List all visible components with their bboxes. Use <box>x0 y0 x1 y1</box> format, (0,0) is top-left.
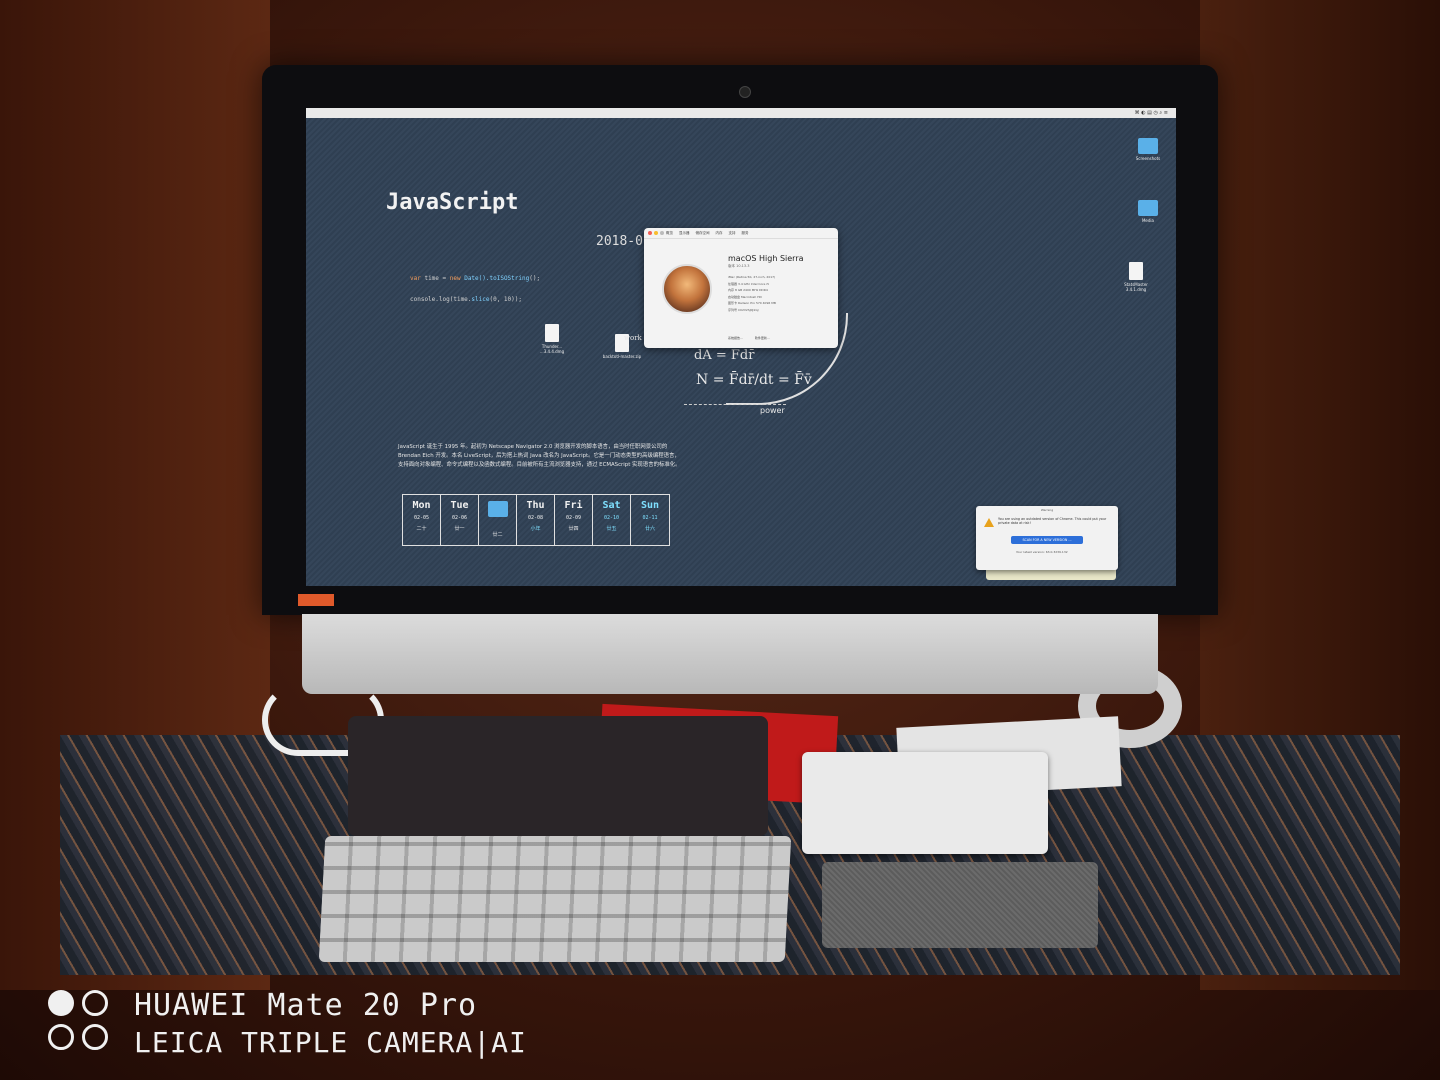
tablet-tray <box>348 716 768 836</box>
calendar-weekday: Sat <box>602 500 621 511</box>
tab-service[interactable]: 服务 <box>742 231 749 236</box>
close-icon[interactable] <box>648 231 652 235</box>
calendar-day: 廿二 <box>479 495 517 545</box>
date-fragment: 2018-0 <box>596 234 643 249</box>
desktop-icon-label: Thunder... ...3.4.4.dmg <box>539 344 565 354</box>
formula-dA: dA = F̄dr̄ <box>694 348 755 363</box>
imac-chin <box>302 614 1158 694</box>
felt-sleeve <box>822 862 1098 948</box>
dialog-title: Warning <box>1040 508 1054 512</box>
formula-N: N = F̄dr̄/dt = F̄v̄ <box>696 372 812 388</box>
desktop-icon-label: Screenshots <box>1135 156 1161 161</box>
os-name: macOS High Sierra <box>728 254 804 263</box>
detail-line: 内存 8 GB 2400 MHz DDR4 <box>728 288 768 293</box>
calendar-date: 02-11 <box>642 515 658 521</box>
software-update-button[interactable]: 软件更新... <box>755 336 770 340</box>
calendar-date: 02-10 <box>603 515 620 521</box>
watermark-model: HUAWEI Mate 20 Pro <box>134 988 478 1023</box>
calendar-day: Sat 02-10 廿五 <box>593 495 631 545</box>
imac-screen: ⌘ ◐ ▤ ◷ ⌕ ≡ JavaScript 2018-0 var time =… <box>306 108 1176 586</box>
tab-overview[interactable]: 概览 <box>666 231 673 236</box>
dmg-file-icon <box>545 324 559 342</box>
tab-storage[interactable]: 储存空间 <box>696 231 710 236</box>
about-this-mac-window[interactable]: 概览 显示器 储存空间 内存 支持 服务 macOS High Sierra 版… <box>644 228 838 348</box>
calendar-weekday: Fri <box>564 500 583 511</box>
calendar-weekday: Tue <box>450 500 469 511</box>
formula-side-word: work <box>624 334 642 342</box>
calendar-date: 02-08 <box>527 515 544 521</box>
desktop-folder-icon[interactable]: Screenshots <box>1128 138 1168 161</box>
macos-logo-icon <box>662 264 712 314</box>
folder-icon <box>1138 138 1158 154</box>
desktop-file-icon[interactable]: StatsMaster 3.4.1.dmg <box>1116 262 1156 292</box>
calendar-day: Tue 02-06 廿一 <box>441 495 479 545</box>
calendar-date: 02-09 <box>565 515 582 521</box>
system-report-button[interactable]: 系统报告... <box>728 336 743 340</box>
camera-icon <box>739 86 751 98</box>
calendar-day: Thu 02-08 小年 <box>517 495 555 545</box>
dialog-footer: Your latest version: 63.0.3239.132 <box>1016 550 1068 554</box>
formula-baseline <box>684 404 786 405</box>
calendar-lunar: 廿二 <box>492 532 503 538</box>
intro-paragraph: JavaScript 诞生于 1995 年。起初为 Netscape Navig… <box>398 444 681 468</box>
calendar-day: Sun 02-11 廿六 <box>631 495 669 545</box>
magic-trackpad <box>802 752 1048 854</box>
watermark-camera: LEICA TRIPLE CAMERA|AI <box>134 1026 527 1059</box>
calendar-day: Mon 02-05 二十 <box>403 495 441 545</box>
formula-caption: power <box>760 406 785 415</box>
calendar-weekday: Sun <box>640 500 660 511</box>
code-line-2: console.log(time.slice(0, 10)); <box>410 296 522 303</box>
calendar-lunar: 廿四 <box>568 526 579 532</box>
code-block: var time = new Date().toISOString(); con… <box>410 268 540 310</box>
week-calendar: Mon 02-05 二十 Tue 02-06 廿一 廿二 Thu 02-08 小… <box>402 494 670 546</box>
dmg-file-icon <box>1129 262 1143 280</box>
orange-sticker <box>298 594 334 606</box>
page-title: JavaScript <box>386 190 519 215</box>
folder-icon <box>1138 200 1158 216</box>
desktop-file-icon[interactable]: Thunder... ...3.4.4.dmg <box>532 324 572 354</box>
detail-line: 处理器 3.4 GHz Intel Core i5 <box>728 281 770 286</box>
detail-line: 启动磁盘 Macintosh HD <box>728 294 762 299</box>
dialog-message: You are using an outdated version of Chr… <box>998 517 1107 525</box>
desktop-folder-icon[interactable]: Media <box>1128 200 1168 223</box>
os-version: 版本 10.13.3 <box>728 264 750 268</box>
detail-line: 图形卡 Radeon Pro 570 4096 MB <box>728 301 776 306</box>
scan-button[interactable]: SCAN FOR A NEW VERSION ... <box>1011 536 1083 544</box>
about-buttons: 系统报告... 软件更新... <box>728 336 770 340</box>
minimize-icon[interactable] <box>654 231 658 235</box>
window-controls[interactable] <box>648 231 664 235</box>
desktop-icon-label: StatsMaster 3.4.1.dmg <box>1124 282 1148 292</box>
zoom-icon[interactable] <box>660 231 664 235</box>
calendar-lunar: 廿六 <box>644 526 655 532</box>
calendar-lunar: 二十 <box>416 526 427 532</box>
tab-displays[interactable]: 显示器 <box>679 231 690 236</box>
calendar-lunar: 廿一 <box>454 526 465 532</box>
system-details: iMac (Retina 5K, 27-inch, 2017) 处理器 3.4 … <box>728 274 776 314</box>
tab-memory[interactable]: 内存 <box>716 231 723 236</box>
tab-support[interactable]: 支持 <box>729 231 736 236</box>
folder-icon[interactable] <box>487 501 508 517</box>
detail-line: iMac (Retina 5K, 27-inch, 2017) <box>728 275 776 279</box>
calendar-date: 02-06 <box>451 515 468 521</box>
code-line-1: var time = new Date().toISOString(); <box>410 275 541 282</box>
warning-icon <box>984 518 994 527</box>
leica-dots-icon <box>48 990 112 1054</box>
update-warning-dialog[interactable]: Warning You are using an outdated versio… <box>976 506 1118 570</box>
detail-line: 序列号 C02V2SJ0J1GJ <box>728 307 759 312</box>
calendar-weekday: Thu <box>526 500 545 511</box>
calendar-day: Fri 02-09 廿四 <box>555 495 593 545</box>
desktop-icon-label: backtotl-master.zip <box>602 354 642 359</box>
calendar-lunar: 廿五 <box>606 526 617 532</box>
calendar-date: 02-05 <box>413 515 430 521</box>
menubar-status-icons: ⌘ ◐ ▤ ◷ ⌕ ≡ <box>1134 110 1168 116</box>
calendar-weekday: Mon <box>412 500 431 511</box>
about-tabs: 概览 显示器 储存空间 内存 支持 服务 <box>644 228 838 239</box>
mac-menubar: ⌘ ◐ ▤ ◷ ⌕ ≡ <box>306 108 1176 118</box>
desktop-icon-label: Media <box>1141 218 1154 223</box>
magic-keyboard <box>318 836 792 962</box>
calendar-lunar: 小年 <box>530 526 541 532</box>
